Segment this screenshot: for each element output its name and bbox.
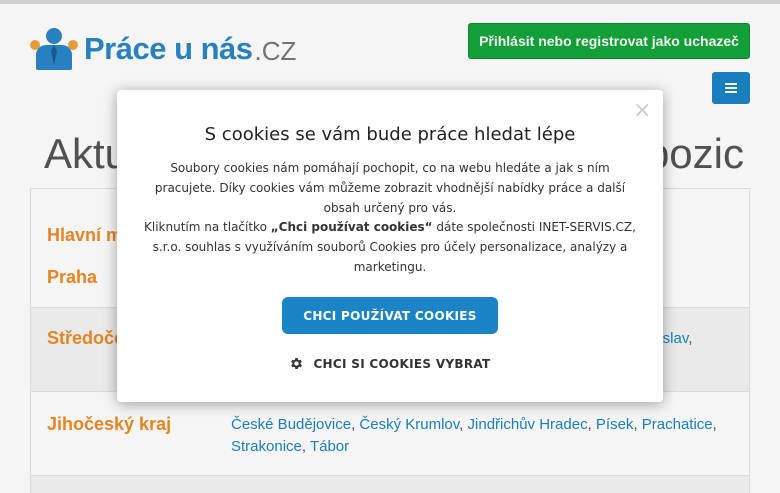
dialog-title: S cookies se vám bude práce hledat lépe — [204, 124, 576, 145]
modal-backdrop: × S cookies se vám bude práce hledat lép… — [0, 0, 780, 493]
choose-cookies-label: CHCI SI COOKIES VYBRAT — [313, 356, 491, 371]
accept-cookies-button[interactable]: CHCI POUŽÍVAT COOKIES — [282, 297, 498, 334]
cookie-consent-dialog: × S cookies se vám bude práce hledat lép… — [117, 90, 663, 402]
choose-cookies-button[interactable]: CHCI SI COOKIES VYBRAT — [287, 356, 493, 371]
dialog-text-1: Soubory cookies nám pomáhají pochopit, c… — [154, 161, 626, 215]
close-icon[interactable]: × — [633, 98, 651, 123]
gear-icon — [291, 358, 303, 369]
dialog-text-2: Kliknutím na tlačítko „Chci používat coo… — [144, 220, 636, 274]
